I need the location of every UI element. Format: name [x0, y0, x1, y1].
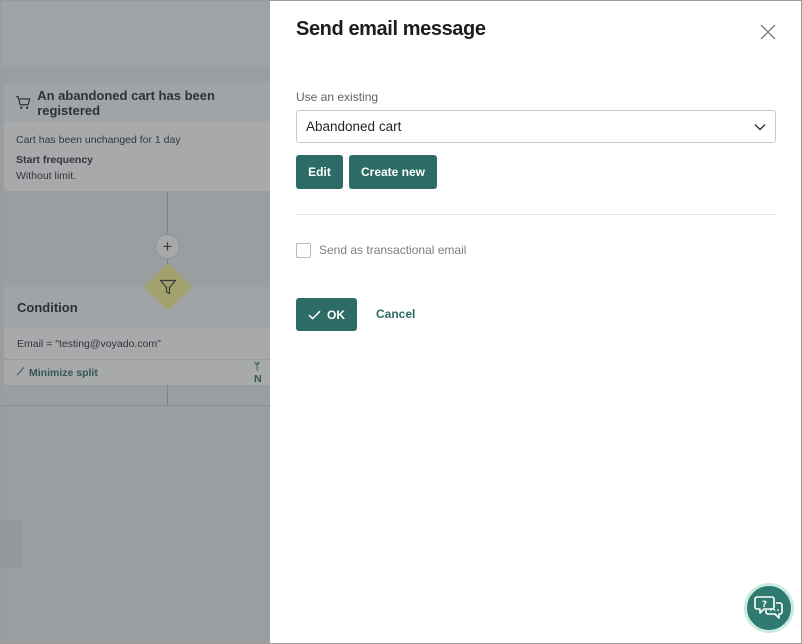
selected-message: Abandoned cart	[306, 119, 402, 134]
app-frame: An abandoned cart has been registered Ca…	[0, 0, 802, 644]
transactional-label[interactable]: Send as transactional email	[319, 243, 466, 257]
use-existing-label: Use an existing	[296, 90, 379, 104]
modal-overlay[interactable]	[1, 1, 270, 643]
cancel-button[interactable]: Cancel	[376, 307, 415, 321]
ok-label: OK	[327, 307, 345, 322]
workflow-canvas: An abandoned cart has been registered Ca…	[1, 1, 270, 643]
chevron-down-icon	[754, 124, 766, 131]
chat-icon: ?	[754, 596, 783, 619]
edit-button[interactable]: Edit	[296, 155, 343, 189]
create-new-button[interactable]: Create new	[349, 155, 437, 189]
ok-button[interactable]: OK	[296, 298, 357, 331]
check-icon	[308, 310, 321, 320]
divider	[296, 214, 776, 215]
chat-support-button[interactable]: ?	[744, 583, 794, 633]
transactional-checkbox[interactable]	[296, 243, 311, 258]
svg-text:?: ?	[762, 600, 767, 610]
close-icon[interactable]	[759, 23, 777, 41]
drawer-title: Send email message	[296, 18, 486, 40]
email-message-select[interactable]: Abandoned cart	[296, 110, 776, 143]
send-email-drawer: Send email message Use an existing Aband…	[270, 1, 801, 643]
